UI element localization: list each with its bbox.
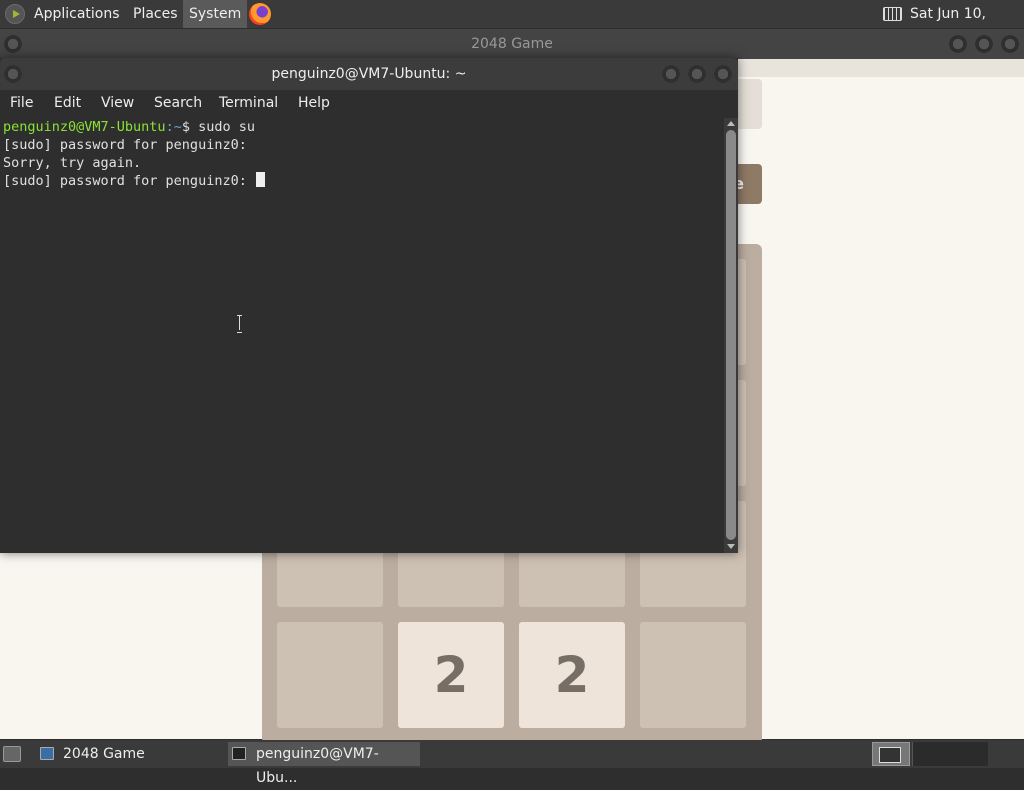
command-text: sudo su [198, 119, 255, 135]
task-2048-game[interactable]: 2048 Game [36, 742, 226, 766]
menu-system[interactable]: System [183, 0, 248, 28]
terminal-title: penguinz0@VM7-Ubuntu: ~ [271, 66, 467, 82]
close-icon[interactable] [714, 65, 732, 83]
window-menu-icon[interactable] [4, 65, 22, 83]
tile-2: 2 [398, 622, 504, 728]
menu-help[interactable]: Help [298, 90, 330, 116]
clock[interactable]: Sat Jun 10, 18:06 [910, 0, 1024, 50]
tile-empty [640, 622, 746, 728]
terminal-menubar: File Edit View Search Terminal Help [0, 90, 738, 116]
top-panel: Applications Places System Sat Jun 10, 1… [0, 0, 1024, 50]
scrollbar-thumb[interactable] [726, 130, 736, 540]
task-label: penguinz0@VM7-Ubu... [256, 746, 379, 786]
minimize-icon[interactable] [662, 65, 680, 83]
terminal-scrollbar[interactable] [724, 118, 738, 553]
text-cursor [255, 172, 265, 187]
terminal-window: penguinz0@VM7-Ubuntu: ~ File Edit View S… [0, 58, 738, 553]
terminal-icon [232, 747, 246, 760]
menu-edit[interactable]: Edit [54, 90, 81, 116]
show-desktop-icon[interactable] [3, 746, 21, 762]
terminal-line: Sorry, try again. [3, 155, 142, 171]
keyboard-icon[interactable] [883, 7, 902, 21]
task-label: 2048 Game [63, 746, 145, 762]
game-window-title: 2048 Game [471, 36, 553, 52]
tile-empty [277, 622, 383, 728]
scroll-down-icon[interactable] [727, 544, 735, 549]
menu-places[interactable]: Places [127, 0, 184, 28]
terminal-titlebar[interactable]: penguinz0@VM7-Ubuntu: ~ [0, 58, 738, 90]
scroll-up-icon[interactable] [727, 121, 735, 126]
menu-file[interactable]: File [10, 90, 33, 116]
tile-2: 2 [519, 622, 625, 728]
window-icon [40, 747, 54, 760]
prompt-symbol: $ [181, 119, 199, 135]
menu-view[interactable]: View [101, 90, 134, 116]
terminal-line: [sudo] password for penguinz0: [3, 172, 724, 190]
menu-search[interactable]: Search [154, 90, 202, 116]
maximize-icon[interactable] [688, 65, 706, 83]
window-menu-icon[interactable] [4, 35, 22, 53]
menu-terminal[interactable]: Terminal [219, 90, 278, 116]
terminal-line: penguinz0@VM7-Ubuntu:~$ sudo su [3, 118, 724, 136]
minimize-icon[interactable] [949, 35, 967, 53]
terminal-line: [sudo] password for penguinz0: [3, 137, 247, 153]
bottom-panel: 2048 Game penguinz0@VM7-Ubu... [0, 740, 1024, 786]
applications-logo-icon[interactable] [5, 4, 25, 24]
firefox-icon[interactable] [249, 3, 271, 25]
prompt-path: :~ [165, 119, 182, 135]
game-window-titlebar[interactable]: 2048 Game [0, 29, 1024, 59]
workspace-1[interactable] [872, 742, 910, 766]
task-terminal[interactable]: penguinz0@VM7-Ubu... [228, 742, 420, 786]
prompt-user: penguinz0@VM7-Ubuntu [3, 119, 166, 135]
password-prompt: [sudo] password for penguinz0: [3, 173, 255, 189]
terminal-output[interactable]: penguinz0@VM7-Ubuntu:~$ sudo su [sudo] p… [0, 118, 724, 553]
workspace-2[interactable] [912, 742, 988, 766]
close-icon[interactable] [1001, 35, 1019, 53]
maximize-icon[interactable] [975, 35, 993, 53]
ibeam-cursor-icon [236, 314, 244, 333]
menu-applications[interactable]: Applications [28, 0, 126, 28]
